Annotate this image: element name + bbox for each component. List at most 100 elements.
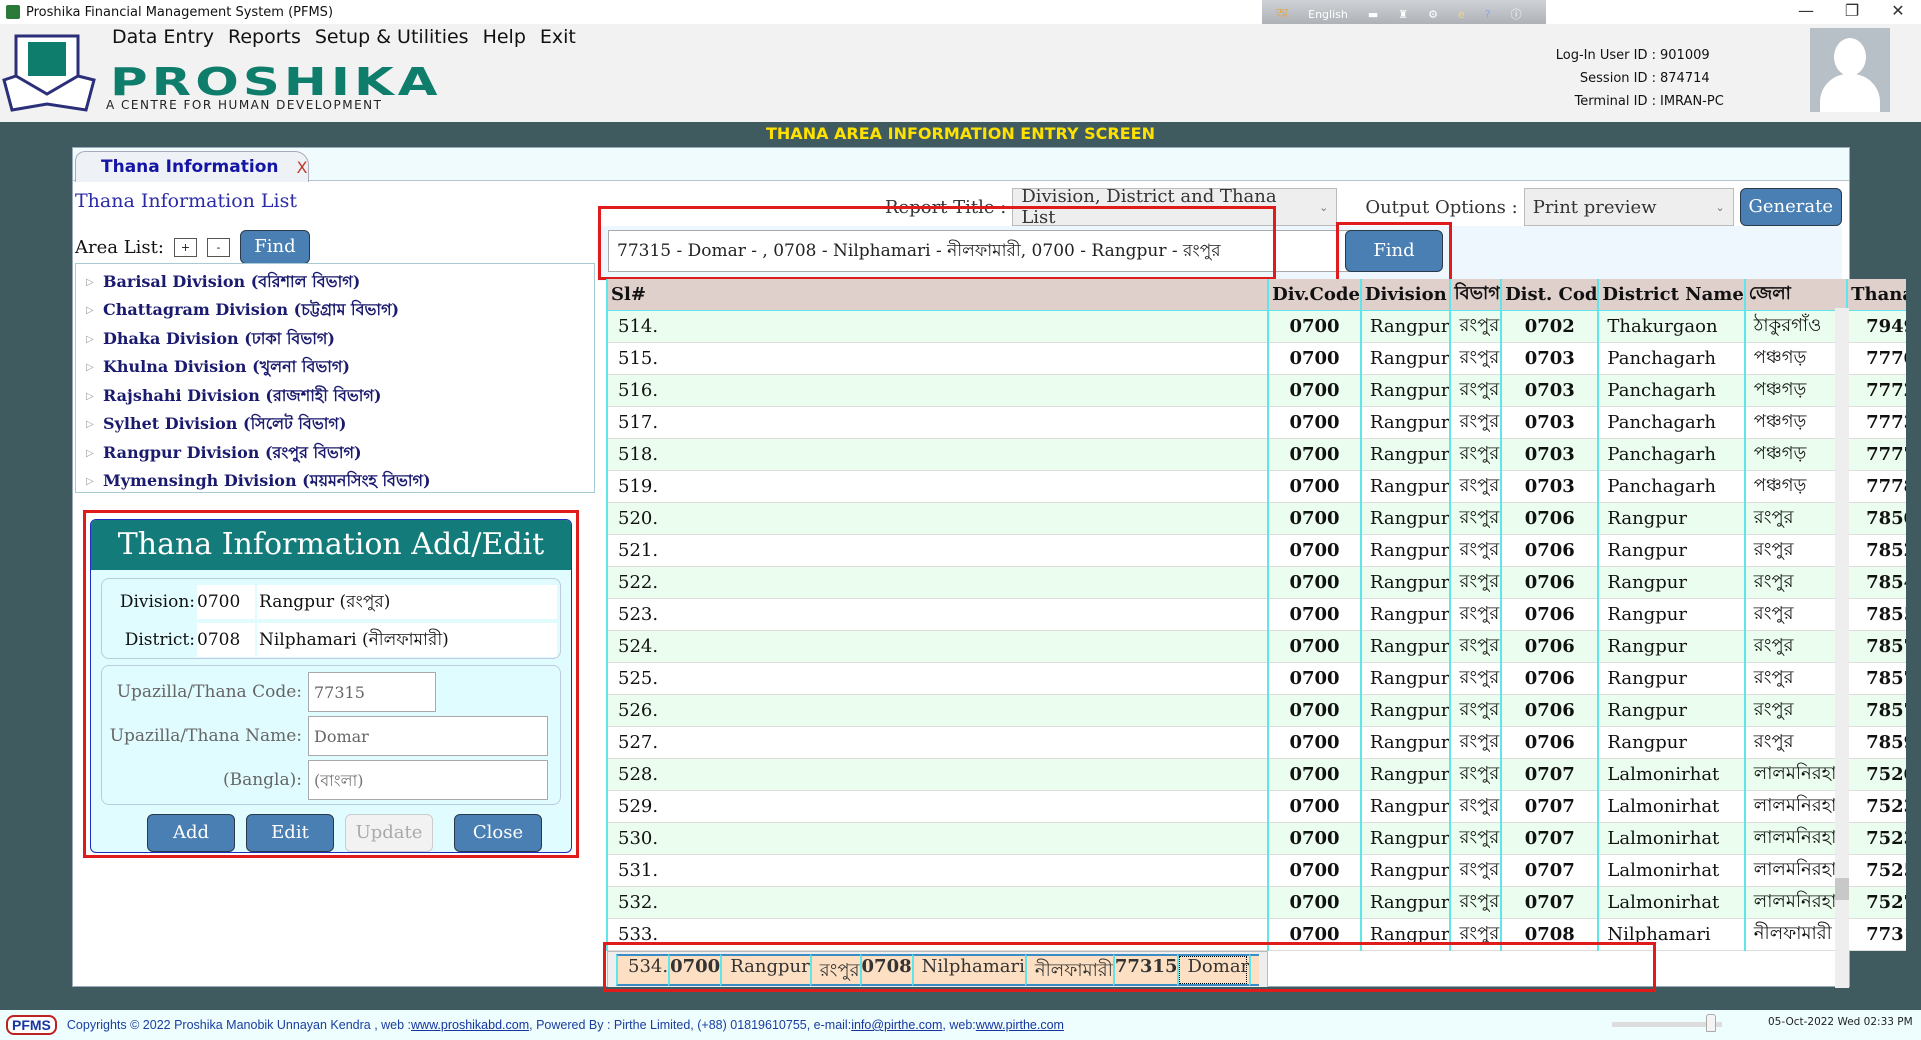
table-cell[interactable]: 0703 [1500,342,1599,375]
table-row[interactable]: 526.0700Rangpurরংপুর0706Rangpurরংপুর7857… [606,694,1906,727]
table-cell[interactable]: 530. [606,822,1269,855]
table-cell[interactable]: 525. [606,662,1269,695]
table-cell[interactable]: 0706 [1500,726,1599,759]
table-row[interactable]: 530. 0700 Rangpur রংপুর 0707 Lalmonirhat লালমন… [606,822,1906,855]
table-row[interactable]: 514. 0700 Rangpur রংপুর 0702 Thakurgaon ঠাকুরগ… [606,310,1906,343]
tree-item-sylhet[interactable]: ▷ Sylhet Division (সিলেট বিভাগ) [76,411,594,440]
table-cell[interactable]: Rangpur [1359,406,1451,439]
column-header[interactable]: Div.Code [1267,279,1361,311]
table-cell[interactable]: 0707 [1500,758,1599,791]
output-options-select[interactable]: Print preview ⌄ [1523,188,1734,226]
table-cell[interactable]: লালমনিরহাট [1743,790,1848,823]
table-cell[interactable]: 527. [606,726,1269,759]
table-cell[interactable]: Panchagarh [1597,342,1745,375]
table-row[interactable]: 517. 0700 Rangpur রংপুর 0703 Panchagarh পঞ্চগড… [606,406,1906,439]
table-row[interactable]: 529. 0700 Rangpur রংপুর 0707 Lalmonirhat লালমন… [606,790,1906,823]
table-cell[interactable]: লালমনিরহাট [1743,822,1848,855]
table-cell[interactable]: 0700 [1267,470,1361,503]
table-cell[interactable]: 0700 [1267,694,1361,727]
table-row[interactable]: 528. 0700 Rangpur রংপুর 0707 Lalmonirhat লালমন… [606,758,1906,791]
table-cell[interactable]: রংপুর [1449,470,1502,503]
table-cell[interactable]: 78503 [1846,502,1906,535]
table-cell[interactable]: Lalmonirhat [1597,854,1745,887]
table-cell[interactable]: 75202 [1846,758,1906,791]
table-cell[interactable]: রংপুর [1449,374,1502,407]
table-cell[interactable]: 78542 [1846,566,1906,599]
table-cell[interactable]: 78592 [1846,726,1906,759]
column-header[interactable]: Sl# [606,279,1269,311]
close-button[interactable]: Close [454,814,542,852]
tree-item-barisal[interactable]: ▷ Barisal Division (বরিশাল বিভাগ) [76,268,594,297]
table-row[interactable]: 524.0700Rangpurরংপুর0706Rangpurরংপুর7857… [606,630,1906,663]
close-window-button[interactable]: ✕ [1875,0,1921,22]
table-cell[interactable]: 0706 [1500,534,1599,567]
email-link[interactable]: info@pirthe.com [851,1018,942,1032]
table-cell[interactable]: 0707 [1500,886,1599,919]
table-cell[interactable]: 78576 [1846,662,1906,695]
table-cell[interactable]: রংপুর [1449,886,1502,919]
table-cell[interactable]: Rangpur [1359,438,1451,471]
table-cell[interactable]: 0700 [1267,598,1361,631]
table-cell[interactable]: 0700 [1267,438,1361,471]
table-cell[interactable]: 520. [606,502,1269,535]
table-cell[interactable]: রংপুর [1449,630,1502,663]
table-cell[interactable]: রংপুর [1743,534,1848,567]
table-cell[interactable]: লালমনিরহাট [1743,886,1848,919]
table-cell[interactable]: পঞ্চগড় [1743,438,1848,471]
table-cell[interactable]: 0700 [1267,630,1361,663]
table-cell[interactable]: Panchagarh [1597,470,1745,503]
table-cell[interactable]: 0700 [1267,854,1361,887]
table-cell[interactable]: রংপুর [1449,438,1502,471]
table-cell[interactable]: 0703 [1500,374,1599,407]
column-header[interactable]: Thana Co [1846,279,1906,311]
bangla-input-icon[interactable]: অ [1276,2,1288,26]
table-cell[interactable]: Rangpur [1597,662,1745,695]
table-cell[interactable]: 0700 [1267,758,1361,791]
table-cell[interactable]: Rangpur [1359,566,1451,599]
expand-arrow-icon[interactable]: ▷ [86,448,103,459]
language-selector[interactable]: English [1308,8,1348,21]
table-cell[interactable]: Rangpur [1359,342,1451,375]
menu-reports[interactable]: Reports [228,26,301,48]
table-cell[interactable]: রংপুর [1449,726,1502,759]
table-cell[interactable]: রংপুর [1449,566,1502,599]
table-cell[interactable]: Lalmonirhat [1597,758,1745,791]
expand-arrow-icon[interactable]: ▷ [86,277,103,288]
table-row[interactable]: 516. 0700 Rangpur রংপুর 0703 Panchagarh পঞ্চগড… [606,374,1906,407]
column-header[interactable]: Dist. Cod [1500,279,1599,311]
table-cell[interactable]: 0703 [1500,406,1599,439]
table-cell[interactable]: Rangpur [1359,502,1451,535]
table-cell[interactable]: 75233 [1846,790,1906,823]
table-cell[interactable]: Thakurgaon [1597,310,1745,343]
area-find-button[interactable]: Find [239,230,310,264]
table-cell[interactable]: রংপুর [1449,662,1502,695]
column-header[interactable]: Division [1359,279,1451,311]
expand-all-button[interactable]: + [173,237,197,257]
table-cell[interactable]: 524. [606,630,1269,663]
table-cell[interactable]: রংপুর [1743,662,1848,695]
add-button[interactable]: Add [147,814,235,852]
thana-name-input[interactable] [308,716,548,756]
table-cell[interactable]: Lalmonirhat [1597,886,1745,919]
expand-arrow-icon[interactable]: ▷ [86,305,103,316]
table-cell[interactable]: 77725 [1846,374,1906,407]
table-cell[interactable]: Rangpur [1597,502,1745,535]
generate-button[interactable]: Generate [1739,188,1842,226]
table-cell[interactable]: রংপুর [1449,598,1502,631]
table-cell[interactable]: 522. [606,566,1269,599]
table-cell[interactable]: Rangpur [1359,630,1451,663]
table-cell[interactable]: পঞ্চগড় [1743,470,1848,503]
table-cell[interactable]: Rangpur [1359,758,1451,791]
table-row[interactable]: 522.0700Rangpurরংপুর0706Rangpurরংপুর7854… [606,566,1906,599]
table-cell[interactable]: 521. [606,534,1269,567]
table-cell[interactable]: Lalmonirhat [1597,790,1745,823]
table-cell[interactable]: 517. [606,406,1269,439]
table-cell[interactable]: 0700 [1267,886,1361,919]
table-cell[interactable]: রংপুর [1449,342,1502,375]
proshika-link[interactable]: www.proshikabd.com [411,1018,529,1032]
table-row[interactable]: 515. 0700 Rangpur রংপুর 0703 Panchagarh পঞ্চগড… [606,342,1906,375]
table-cell[interactable]: 75255 [1846,854,1906,887]
table-cell[interactable]: 515. [606,342,1269,375]
tab-thana-information[interactable]: Thana Information X [75,151,309,182]
pirthe-link[interactable]: www.pirthe.com [976,1018,1064,1032]
